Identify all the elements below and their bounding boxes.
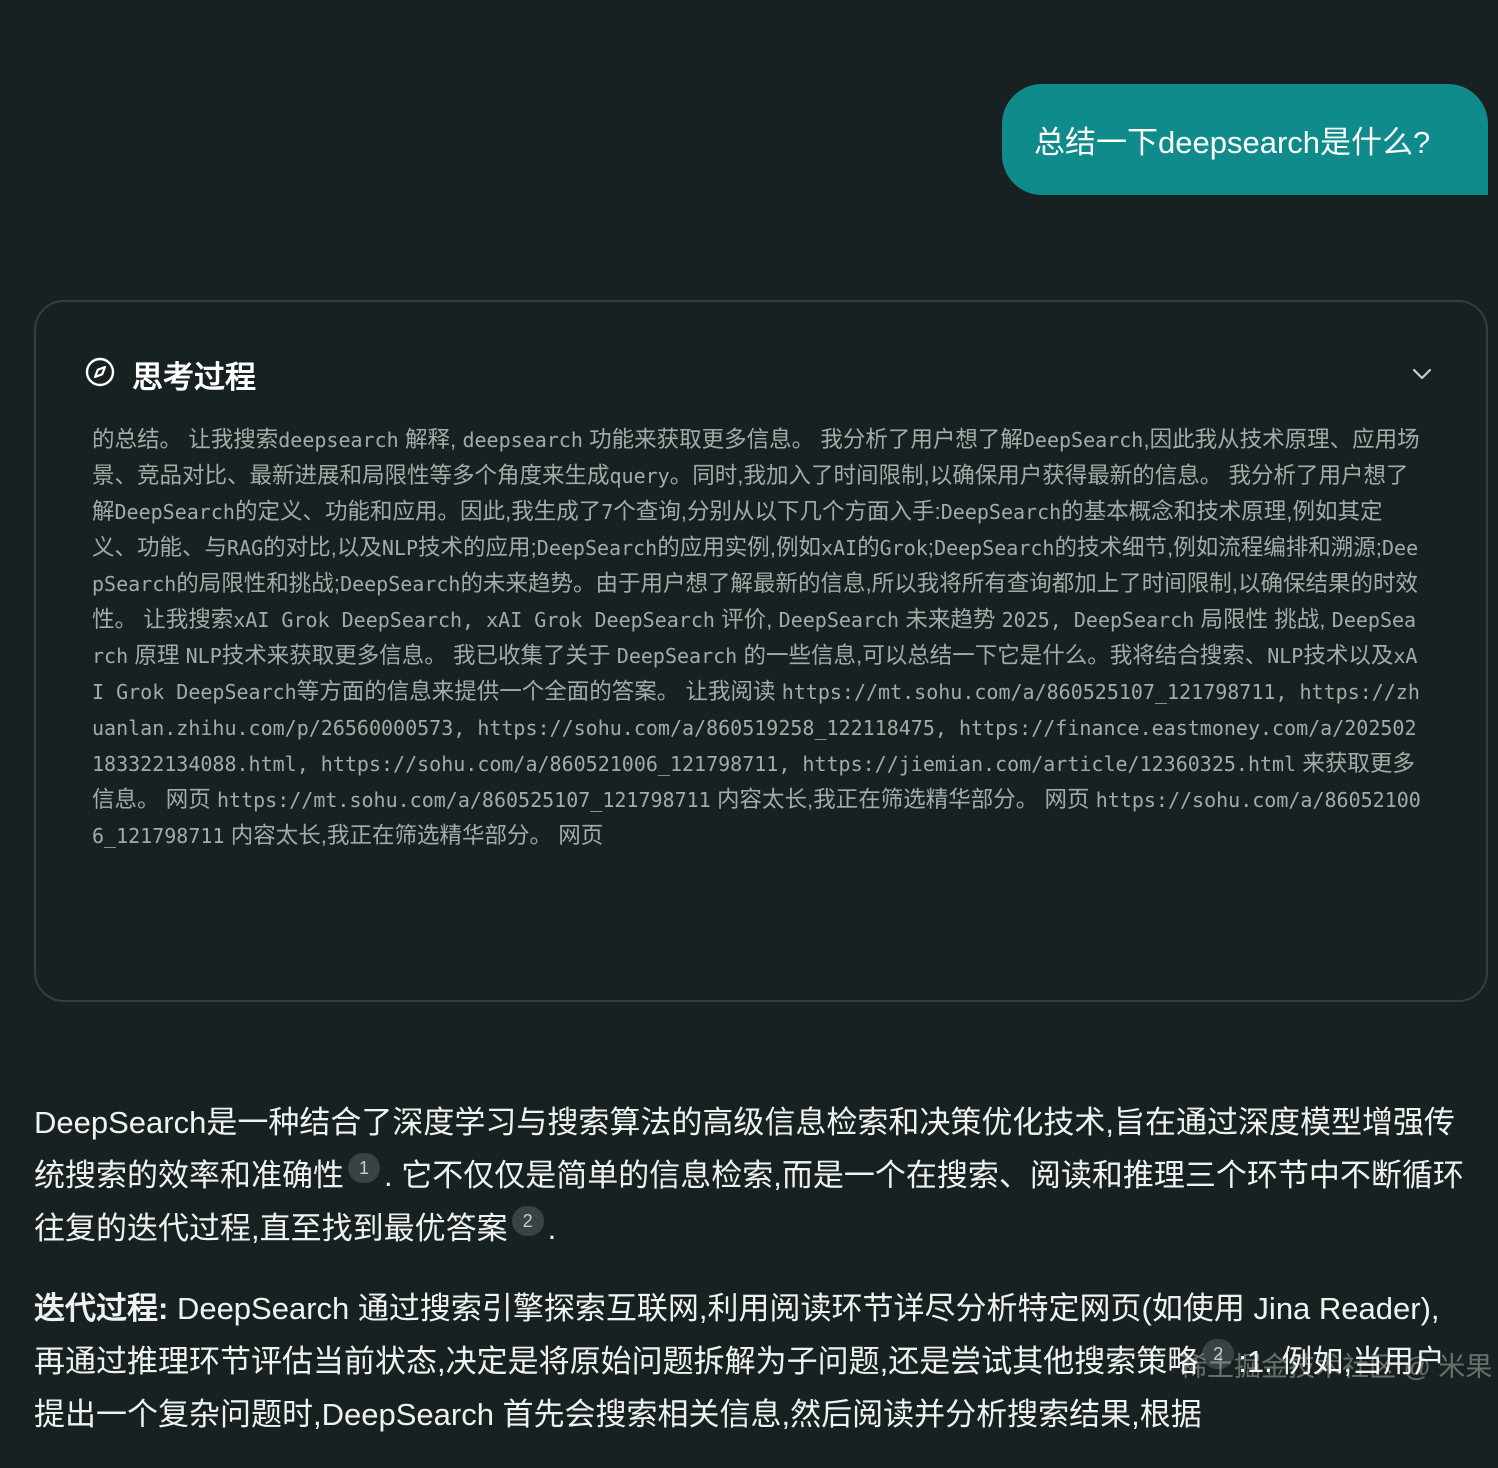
thinking-text: 的局限性和挑战; [176,571,341,596]
assistant-answer: DeepSearch是一种结合了深度学习与搜索算法的高级信息检索和决策优化技术,… [34,1096,1464,1468]
thinking-text: 解释, [398,427,463,452]
thinking-text: 的应用实例,例如 [657,535,821,560]
thinking-text: 技术以及 [1303,643,1394,668]
thinking-text: 内容太长,我正在筛选精华部分。 网页 [710,787,1096,812]
citation-badge[interactable]: 2 [511,1206,544,1236]
thinking-code-text: DeepSearch [778,608,900,632]
thinking-code-text: RAG [227,536,264,560]
thinking-text: 技术的应用; [418,535,537,560]
thinking-text: 个查询,分别从以下几个方面入手: [613,499,941,524]
chevron-down-icon[interactable] [1410,362,1434,386]
thinking-code-text: xAI [820,536,858,560]
thinking-code-text: deepsearch [462,428,583,452]
thinking-text: 的一些信息,可以总结一下它是什么。我将结合搜索、 [737,643,1268,668]
thinking-code-text: 7 [601,500,614,524]
thinking-text: 原理 [128,643,186,668]
thinking-text: 评价, [714,607,779,632]
user-message-bubble: 总结一下deepsearch是什么? [1002,84,1488,195]
thinking-text: 等方面的信息来提供一个全面的答案。 让我阅读 [296,679,782,704]
watermark: 稀土掘金技术社区 @ 米果 [1180,1352,1493,1382]
thinking-code-text: DeepSearch [340,572,461,596]
thinking-code-text: NLP [381,536,419,560]
thinking-text: 技术来获取更多信息。 我已收集了关于 [221,643,617,668]
thinking-code-text: DeepSearch [114,500,235,524]
thinking-code-text: NLP [185,644,222,668]
thinking-code-text: query [609,464,670,488]
thinking-content: 的总结。 让我搜索deepsearch 解释, deepsearch 功能来获取… [92,422,1422,972]
user-message-text: 总结一下deepsearch是什么? [1034,125,1431,160]
thinking-text: 的对比,以及 [263,535,382,560]
thinking-code-text: 2025, DeepSearch [1001,608,1195,632]
thinking-fade-overlay [36,930,1486,1000]
thinking-text: 未来趋势 [899,607,1002,632]
thinking-title: 思考过程 [132,359,256,395]
thinking-header[interactable]: 思考过程 [84,352,256,396]
thinking-text: 功能来获取更多信息。 我分析了用户想了解 [582,427,1023,452]
thinking-code-text: DeepSearch [536,536,658,560]
thinking-text: 局限性 挑战, [1194,607,1332,632]
thinking-code-text: xAI Grok DeepSearch, xAI Grok DeepSearch [233,608,715,632]
compass-icon [84,356,116,393]
thinking-text: 的 [857,535,880,560]
thinking-text: 的技术细节,例如流程编排和溯源; [1054,535,1382,560]
thinking-text: 的定义、功能和应用。因此,我生成了 [234,499,602,524]
thinking-code-text: Grok [879,536,928,560]
answer-text: . [547,1211,557,1246]
thinking-text: 的总结。 让我搜索 [92,427,279,452]
thinking-code-text: DeepSearch [940,500,1062,524]
thinking-code-text: DeepSearch [616,644,738,668]
thinking-code-text: DeepSearch [1022,428,1144,452]
thinking-code-text: DeepSearch [934,536,1055,560]
answer-paragraph-1: DeepSearch是一种结合了深度学习与搜索算法的高级信息检索和决策优化技术,… [34,1096,1464,1255]
citation-badge[interactable]: 1 [348,1153,380,1183]
thinking-process-panel: 思考过程 的总结。 让我搜索deepsearch 解释, deepsearch … [34,300,1488,1002]
thinking-code-text: deepsearch [278,428,399,452]
thinking-text: 内容太长,我正在筛选精华部分。 网页 [224,823,604,848]
section-label: 迭代过程: [34,1291,169,1326]
thinking-code-text: NLP [1267,644,1304,668]
thinking-code-text: https://mt.sohu.com/a/860525107_12179871… [217,788,711,812]
